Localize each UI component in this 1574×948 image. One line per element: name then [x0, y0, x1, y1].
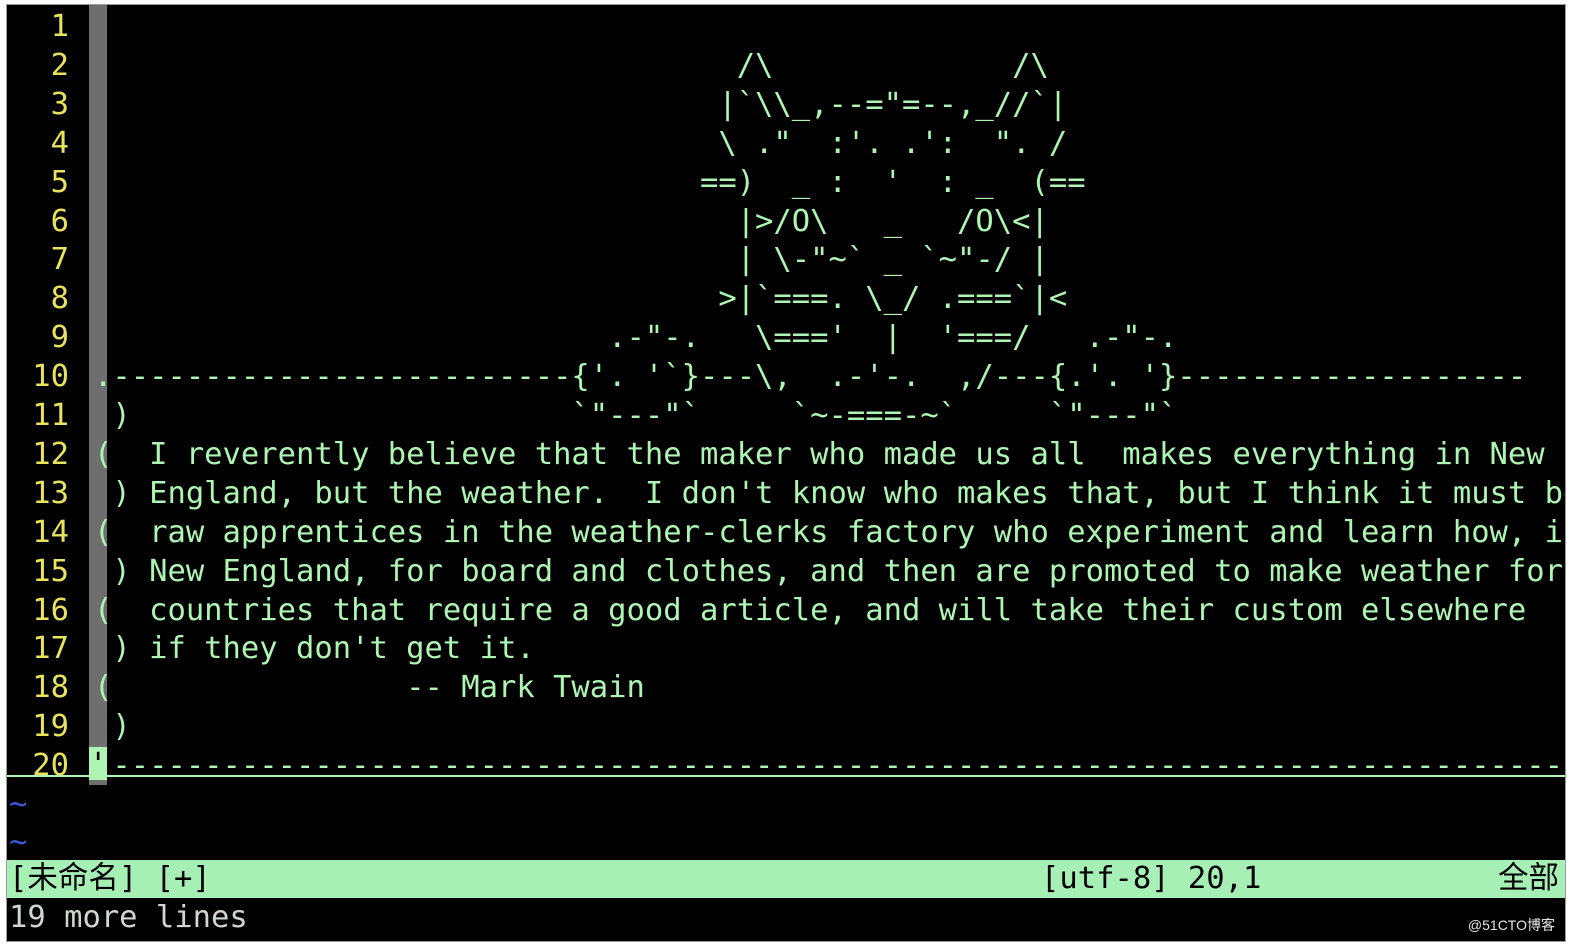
line-number: 2: [50, 47, 69, 83]
line-text[interactable]: |`\\_,--="=--,_//`|: [94, 85, 1067, 124]
empty-line-tilde: ~: [9, 787, 28, 822]
line-text[interactable]: ( raw apprentices in the weather-clerks …: [94, 513, 1565, 552]
line-number: 3: [50, 86, 69, 122]
line-number: 18: [32, 670, 69, 706]
buffer-line[interactable]: 3 |`\\_,--="=--,_//`|: [7, 85, 1565, 124]
line-number: 19: [32, 709, 69, 745]
command-message-line: 19 more lines: [9, 900, 248, 935]
vim-window: 12 /\ /\ 3 |`\\_,--="=--,_//`| 4 \ ." :'. …: [6, 4, 1566, 942]
buffer-line[interactable]: 7 | \-"~` _ `~"-/ |: [7, 240, 1565, 279]
line-text[interactable]: ) England, but the weather. I don't know…: [94, 474, 1565, 513]
line-text[interactable]: |>/O\ _ /O\<|: [94, 202, 1049, 241]
line-number: 17: [32, 631, 69, 667]
watermark: @51CTO博客: [1467, 917, 1555, 933]
buffer-line[interactable]: 13 ) England, but the weather. I don't k…: [7, 474, 1565, 513]
line-number: 1: [50, 9, 69, 44]
buffer-line[interactable]: 4 \ ." :'. .': ". /: [7, 124, 1565, 163]
buffer-line[interactable]: 16 ( countries that require a good articl…: [7, 591, 1565, 630]
line-text[interactable]: ==) _ : ' : _ (==: [94, 163, 1086, 202]
line-number: 20: [32, 748, 69, 784]
buffer-line[interactable]: 20 -------------------------------------…: [7, 746, 1565, 785]
line-text[interactable]: ) `"---"` `~-===-~` `"---"`: [94, 396, 1177, 435]
buffer-line[interactable]: 8 >|`===. \_/ .===`|<: [7, 279, 1565, 318]
line-text[interactable]: ----------------------------------------…: [94, 746, 1563, 785]
buffer-line[interactable]: 1: [7, 7, 1565, 46]
line-text[interactable]: ) New England, for board and clothes, an…: [94, 552, 1563, 591]
line-text[interactable]: ( countries that require a good article,…: [94, 591, 1526, 630]
line-number: 13: [32, 475, 69, 511]
line-number: 5: [50, 164, 69, 200]
line-number: 4: [50, 125, 69, 161]
status-cursor-position: [utf-8] 20,1: [1041, 861, 1262, 896]
line-number: 6: [50, 203, 69, 239]
buffer-line[interactable]: 10 .-------------------------{'. '`}---\,…: [7, 357, 1565, 396]
buffer-line[interactable]: 18 ( -- Mark Twain: [7, 668, 1565, 707]
buffer-line[interactable]: 6 |>/O\ _ /O\<|: [7, 202, 1565, 241]
status-line: [未命名] [+] [utf-8] 20,1 全部: [7, 860, 1565, 898]
buffer-line[interactable]: 9 .-"-. \===' | '===/ .-"-.: [7, 318, 1565, 357]
line-number: 10: [32, 359, 69, 395]
line-text[interactable]: ( I reverently believe that the maker wh…: [94, 435, 1545, 474]
cursor-line-underline: [7, 775, 1565, 777]
status-scroll-percent: 全部: [1498, 861, 1559, 896]
line-number: 9: [50, 320, 69, 356]
cursor-character: ': [89, 747, 108, 782]
line-text[interactable]: \ ." :'. .': ". /: [94, 124, 1067, 163]
line-text[interactable]: ): [94, 707, 130, 746]
line-number: 16: [32, 592, 69, 628]
line-text[interactable]: | \-"~` _ `~"-/ |: [94, 240, 1049, 279]
empty-line-tilde: ~: [9, 825, 28, 860]
line-number: 15: [32, 553, 69, 589]
line-text[interactable]: .-"-. \===' | '===/ .-"-.: [94, 318, 1177, 357]
line-number: 14: [32, 514, 69, 550]
buffer-line[interactable]: 5 ==) _ : ' : _ (==: [7, 163, 1565, 202]
buffer-line[interactable]: 2 /\ /\: [7, 46, 1565, 85]
buffer-line[interactable]: 14 ( raw apprentices in the weather-clerk…: [7, 513, 1565, 552]
buffer-line[interactable]: 17 ) if they don't get it.: [7, 629, 1565, 668]
line-number: 12: [32, 436, 69, 472]
line-text[interactable]: ) if they don't get it.: [94, 629, 534, 668]
line-text[interactable]: >|`===. \_/ .===`|<: [94, 279, 1067, 318]
buffer-line[interactable]: 11 ) `"---"` `~-===-~` `"---"`: [7, 396, 1565, 435]
buffer-line[interactable]: 15 ) New England, for board and clothes,…: [7, 552, 1565, 591]
buffer-line[interactable]: 12 ( I reverently believe that the maker …: [7, 435, 1565, 474]
line-number: 7: [50, 242, 69, 278]
line-text[interactable]: ( -- Mark Twain: [94, 668, 645, 707]
line-text[interactable]: .-------------------------{'. '`}---\, .…: [94, 357, 1526, 396]
status-filename: [未命名] [+]: [9, 861, 211, 896]
line-number: 11: [32, 398, 69, 433]
buffer-line[interactable]: 19 ): [7, 707, 1565, 746]
line-text[interactable]: /\ /\: [94, 46, 1049, 85]
line-number: 8: [50, 281, 69, 317]
